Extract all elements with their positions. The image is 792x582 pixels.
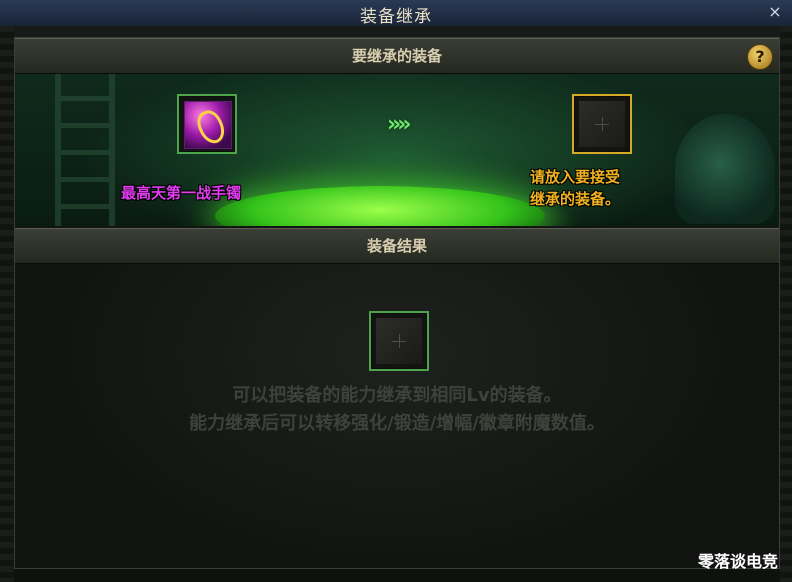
window-title: 装备继承	[360, 7, 432, 27]
watermark-text: 零落谈电竞	[697, 552, 778, 571]
help-button[interactable]: ?	[747, 44, 773, 70]
inherit-section-title: 要继承的装备	[351, 47, 442, 65]
empty-slot-icon	[579, 101, 625, 147]
result-section-title: 装备结果	[366, 237, 427, 255]
description-line1: 可以把装备的能力继承到相同Lv的装备。	[232, 385, 562, 406]
bracelet-icon	[184, 101, 232, 149]
inherit-section-header: 要继承的装备 ?	[15, 38, 779, 74]
slot-crosshair-icon	[595, 117, 609, 131]
main-panel: 要继承的装备 ? »» 最高天第一战手镯 请放入要接受 继承的装备。 装备结果 …	[14, 37, 780, 569]
target-hint-line1: 请放入要接受	[530, 168, 621, 186]
background-ladder	[55, 74, 115, 226]
window-titlebar: 装备继承 ×	[0, 0, 792, 27]
equipment-inherit-window: 要继承的装备 ? »» 最高天第一战手镯 请放入要接受 继承的装备。 装备结果 …	[0, 26, 792, 582]
result-equipment-slot[interactable]	[369, 311, 429, 371]
empty-slot-icon	[376, 318, 422, 364]
target-slot-hint: 请放入要接受 继承的装备。	[530, 166, 700, 210]
inherit-scene: »» 最高天第一战手镯 请放入要接受 继承的装备。	[15, 74, 779, 226]
slot-crosshair-icon	[392, 334, 406, 348]
source-equipment-slot[interactable]	[177, 94, 237, 154]
result-section-header: 装备结果	[15, 228, 779, 264]
source-item-name: 最高天第一战手镯	[121, 184, 242, 202]
transfer-arrows-icon: »»	[387, 112, 412, 137]
description-line2: 能力继承后可以转移强化/锻造/增幅/徽章附魔数值。	[189, 413, 605, 434]
result-area: 可以把装备的能力继承到相同Lv的装备。 能力继承后可以转移强化/锻造/增幅/徽章…	[15, 264, 779, 568]
target-hint-line2: 继承的装备。	[530, 190, 621, 208]
close-button[interactable]: ×	[764, 1, 786, 23]
target-equipment-slot[interactable]	[572, 94, 632, 154]
